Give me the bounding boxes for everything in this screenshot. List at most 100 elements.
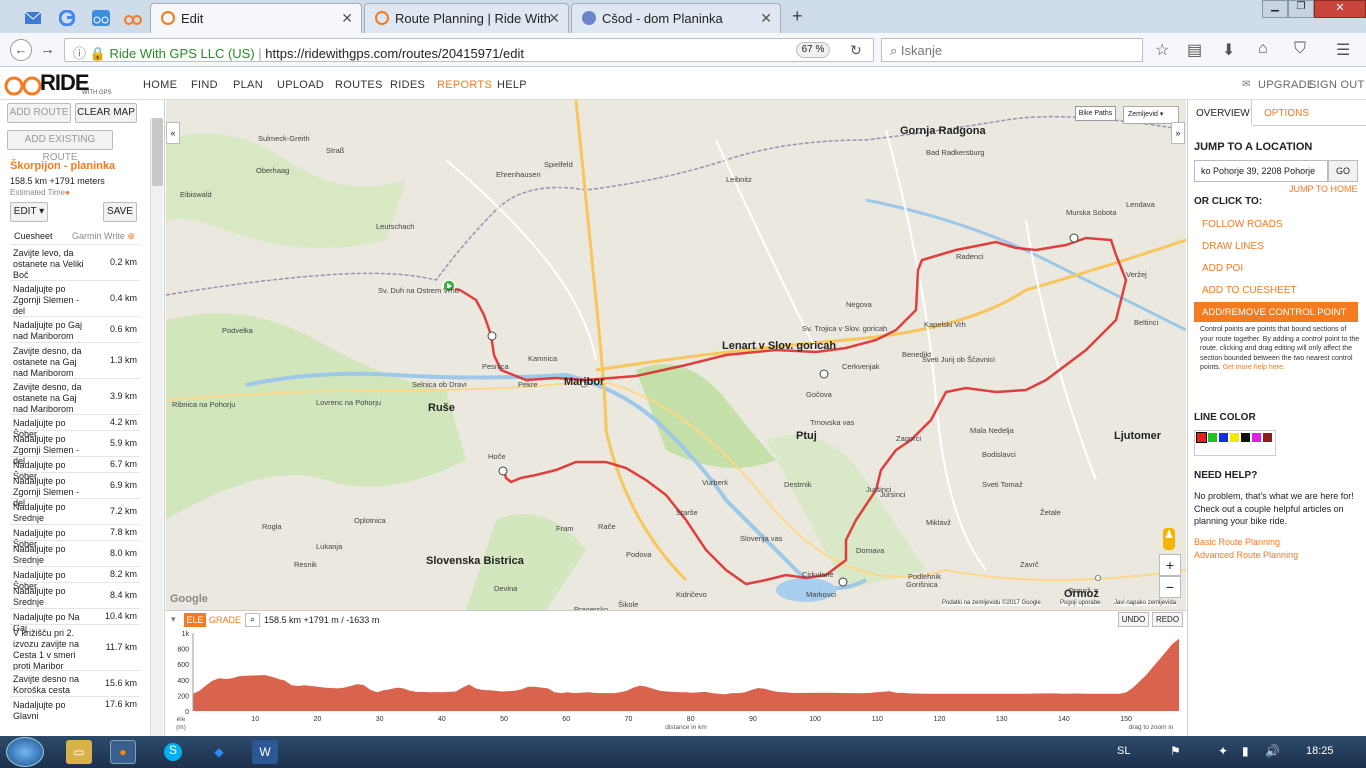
close-window-icon[interactable]: ✕ <box>1314 0 1366 18</box>
color-swatch[interactable] <box>1230 433 1239 442</box>
color-swatch[interactable] <box>1241 433 1250 442</box>
tab-route-planning[interactable]: Route Planning | Ride With ✕ <box>364 3 569 33</box>
forward-icon[interactable]: → <box>40 41 55 58</box>
bookmark-star-icon[interactable]: ☆ <box>1155 40 1169 60</box>
network-icon[interactable]: ▮ <box>1242 744 1249 758</box>
cue-row[interactable]: Nadaljujte po Gaj nad Mariborom 0.6 km <box>10 316 140 341</box>
close-tab-icon[interactable]: ✕ <box>341 10 353 27</box>
garmin-write-link[interactable]: Garmin Write ⊕ <box>72 231 135 242</box>
bike-paths-button[interactable]: Bike Paths <box>1075 106 1116 121</box>
nav-help[interactable]: HELP <box>497 79 527 91</box>
cue-row[interactable]: Nadaljujte po Srednje 8.4 km <box>10 582 140 607</box>
file-explorer-icon[interactable]: ▭ <box>66 740 92 764</box>
site-identity[interactable]: Ride With GPS LLC (US) <box>109 46 254 61</box>
add-existing-route-button[interactable]: ADD EXISTING ROUTE <box>7 130 113 163</box>
zoom-out-button[interactable]: − <box>1159 576 1181 598</box>
url-bar[interactable]: ⓘ 🔒 Ride With GPS LLC (US) | https://rid… <box>64 38 874 62</box>
skype-icon[interactable]: S <box>160 740 186 764</box>
nav-rides[interactable]: RIDES <box>390 79 425 91</box>
search-input[interactable]: ⌕ Iskanje <box>881 38 1143 62</box>
cue-row[interactable]: Nadaljujte po Srednje 7.2 km <box>10 498 140 523</box>
volume-icon[interactable]: 🔊 <box>1265 744 1280 758</box>
color-swatch[interactable] <box>1208 433 1217 442</box>
minimize-icon[interactable]: ▁ <box>1262 0 1288 18</box>
follow-roads-option[interactable]: FOLLOW ROADS <box>1202 219 1283 230</box>
advanced-route-planning-link[interactable]: Advanced Route Planning <box>1194 550 1298 560</box>
close-tab-icon[interactable]: ✕ <box>760 10 772 27</box>
back-icon[interactable]: ← <box>10 39 32 61</box>
add-cuesheet-option[interactable]: ADD TO CUESHEET <box>1202 285 1297 296</box>
download-icon[interactable]: ⬇ <box>1222 40 1235 60</box>
clock[interactable]: 18:25 <box>1306 745 1334 757</box>
route-name[interactable]: Škorpijon - planinka <box>10 160 115 172</box>
reload-icon[interactable]: ↻ <box>850 42 862 59</box>
signout-link[interactable]: SIGN OUT <box>1309 79 1365 91</box>
collapse-left-icon[interactable]: « <box>166 122 180 144</box>
undo-button[interactable]: UNDO <box>1118 612 1149 627</box>
map-canvas[interactable] <box>166 100 1186 610</box>
cue-row[interactable]: Zavijte desno, da ostanete na Gaj nad Ma… <box>10 378 140 414</box>
cue-row[interactable]: Nadaljujte po Šober 7.8 km <box>10 524 140 549</box>
map-report[interactable]: Javi napako zemljevida <box>1114 600 1177 606</box>
mail-icon[interactable] <box>18 4 48 32</box>
nav-upload[interactable]: UPLOAD <box>277 79 324 91</box>
reading-list-icon[interactable]: ▤ <box>1187 40 1202 60</box>
color-swatch[interactable] <box>1263 433 1272 442</box>
pocket-icon[interactable]: ⛉ <box>1294 40 1306 58</box>
cue-row[interactable]: Nadaljujte po Srednje 8.0 km <box>10 540 140 565</box>
cue-row[interactable]: Nadaljujte po Šober 6.7 km <box>10 456 140 481</box>
color-swatch[interactable] <box>1219 433 1228 442</box>
zoom-in-button[interactable]: + <box>1159 554 1181 576</box>
cue-row[interactable]: Nadaljujte po Zgornji Slemen - del 0.4 km <box>10 280 140 316</box>
ridewithgps-logo[interactable]: RIDE WITH GPS <box>4 70 124 98</box>
color-swatch[interactable] <box>1196 432 1207 443</box>
add-route-button[interactable]: ADD ROUTE <box>7 103 71 123</box>
ridewithgps-pinned-icon[interactable] <box>118 4 148 32</box>
color-swatch[interactable] <box>1252 433 1261 442</box>
home-icon[interactable]: ⌂ <box>1258 40 1268 58</box>
draw-lines-option[interactable]: DRAW LINES <box>1202 241 1264 252</box>
tab-csod[interactable]: Cšod - dom Planinka ✕ <box>571 3 781 33</box>
word-icon[interactable]: W <box>252 740 278 764</box>
add-poi-option[interactable]: ADD POI <box>1202 263 1243 274</box>
cue-row[interactable]: Zavijte desno, da ostanete na Gaj nad Ma… <box>10 342 140 378</box>
cue-row[interactable]: Nadaljujte po Glavni 17.6 km <box>10 696 140 721</box>
nav-routes[interactable]: ROUTES <box>335 79 383 91</box>
collapse-elevation-icon[interactable]: ▾ <box>171 614 176 625</box>
pegman-icon[interactable]: ♟ <box>1163 528 1175 550</box>
firefox-icon[interactable]: ● <box>110 740 136 764</box>
new-tab-icon[interactable]: + <box>792 6 803 27</box>
close-tab-icon[interactable]: ✕ <box>548 10 560 27</box>
get-help-link[interactable]: Get more help here. <box>1223 364 1285 371</box>
cue-row[interactable]: Nadaljujte po Zgornji Slemen - del 5.9 km <box>10 430 140 466</box>
location-input[interactable]: ko Pohorje 39, 2208 Pohorje <box>1194 160 1328 182</box>
add-remove-control-point-option[interactable]: ADD/REMOVE CONTROL POINT <box>1194 302 1358 322</box>
menu-icon[interactable]: ☰ <box>1336 40 1350 60</box>
tab-overview[interactable]: OVERVIEW <box>1188 100 1252 126</box>
tab-ele[interactable]: ELE <box>184 613 206 627</box>
tab-edit[interactable]: Edit ✕ <box>150 3 362 33</box>
google-icon[interactable] <box>52 4 82 32</box>
cue-row[interactable]: Zavijte levo, da ostanete na Veliki Boč 0… <box>10 244 140 280</box>
nav-find[interactable]: FIND <box>191 79 218 91</box>
maximize-icon[interactable]: ❐ <box>1288 0 1314 18</box>
tab-options[interactable]: OPTIONS <box>1253 100 1366 126</box>
start-button[interactable] <box>6 737 44 767</box>
cue-row[interactable]: Nadaljujte po Na Gaj 10.4 km <box>10 608 140 633</box>
cue-scrollbar[interactable] <box>150 118 163 736</box>
tray-dropbox-icon[interactable]: ✦ <box>1218 744 1228 758</box>
scroll-thumb[interactable] <box>152 118 163 186</box>
zoom-level[interactable]: 67 % <box>796 42 830 58</box>
basic-route-planning-link[interactable]: Basic Route Planning <box>1194 537 1280 547</box>
nav-home[interactable]: HOME <box>143 79 177 91</box>
zoom-search-icon[interactable]: ⌕ <box>245 613 260 627</box>
save-button[interactable]: SAVE <box>103 202 137 222</box>
tray-flag-icon[interactable]: ⚑ <box>1170 744 1181 758</box>
elevation-chart[interactable]: 1k 800 600 400 200 0 10 20 30 40 50 60 70 80 90 100 110 1… <box>166 629 1186 737</box>
cue-row[interactable]: Nadaljujte po Zgornji Slemen - del 6.9 km <box>10 472 140 508</box>
language-indicator[interactable]: SL <box>1117 745 1130 757</box>
estimated-time-label[interactable]: Estimated Time● <box>10 188 70 197</box>
tab-grade[interactable]: GRADE <box>209 615 241 625</box>
dropbox-icon[interactable]: ◆ <box>206 740 232 764</box>
info-icon[interactable]: ● <box>65 188 70 197</box>
